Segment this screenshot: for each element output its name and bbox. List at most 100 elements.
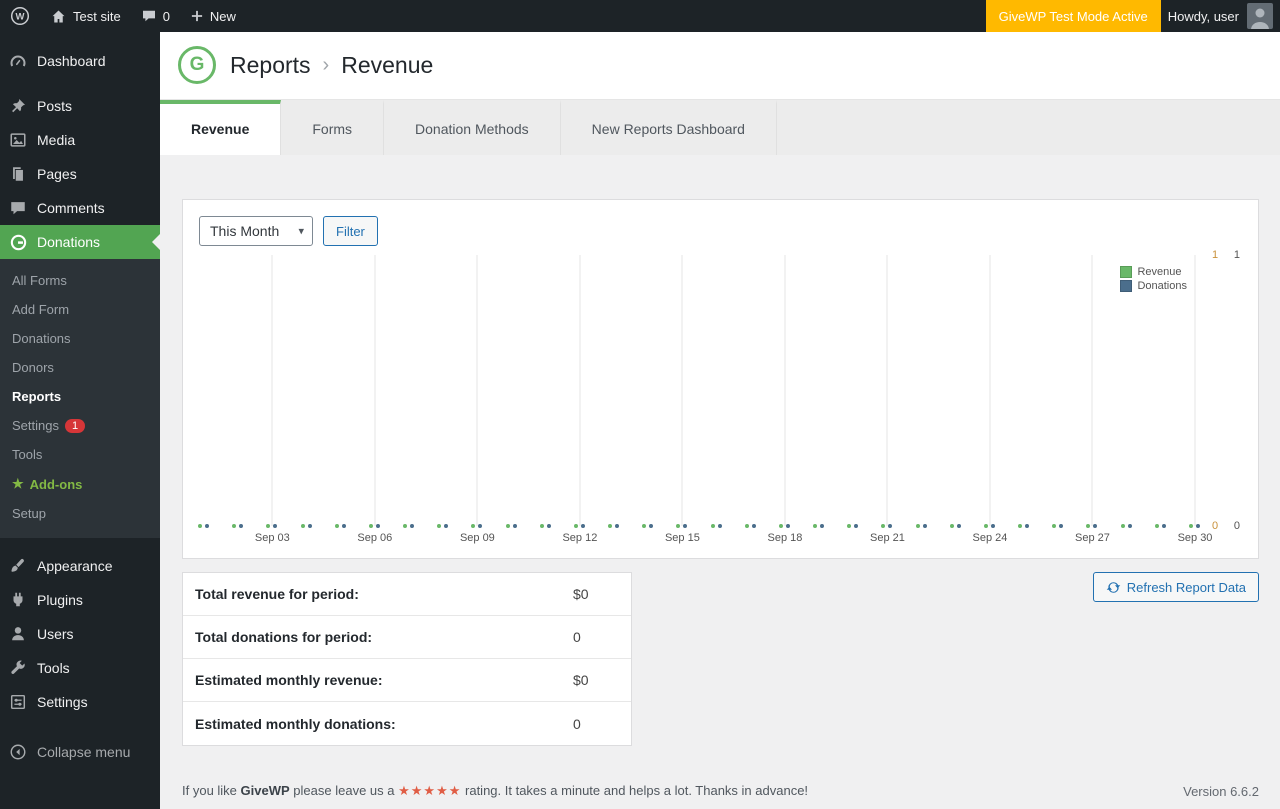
breadcrumb: Reports › Revenue xyxy=(230,52,433,79)
page-footer: If you like GiveWP please leave us a ★★★… xyxy=(182,783,1259,809)
sidebar-item-plugins[interactable]: Plugins xyxy=(0,583,160,617)
menu-separator xyxy=(0,538,160,549)
collapse-menu-button[interactable]: Collapse menu xyxy=(0,735,160,769)
test-mode-badge-label: GiveWP Test Mode Active xyxy=(998,8,1148,24)
revenue-chart: Revenue Donations 1 1 0 0 Sep 03 Sep 06 … xyxy=(198,249,1244,544)
wordpress-menu-button[interactable]: W xyxy=(0,0,40,32)
wrench-icon xyxy=(8,658,28,678)
donations-submenu: All Forms Add Form Donations Donors Repo… xyxy=(0,259,160,538)
tab-revenue[interactable]: Revenue xyxy=(160,99,282,155)
page-header: G Reports › Revenue xyxy=(160,32,1280,100)
donations-axis-tick: 0 xyxy=(1233,520,1240,532)
sidebar-item-settings[interactable]: Settings xyxy=(0,685,160,719)
revenue-data-point xyxy=(198,524,202,528)
submenu-item-settings[interactable]: Settings 1 xyxy=(0,411,160,440)
collapse-arrow-icon xyxy=(8,742,28,762)
summary-row-label: Total revenue for period: xyxy=(195,586,359,602)
tab-donation-methods[interactable]: Donation Methods xyxy=(384,99,561,155)
five-stars-rating-link[interactable]: ★★★★★ xyxy=(398,783,461,798)
table-row: Estimated monthly donations: 0 xyxy=(183,702,631,745)
plus-icon xyxy=(190,9,204,23)
dashboard-icon xyxy=(8,51,28,71)
period-select[interactable]: This Month xyxy=(199,216,313,246)
revenue-chart-card: This Month ▾ Filter Revenue Donations 1 … xyxy=(182,199,1259,559)
pages-icon xyxy=(8,164,28,184)
chart-gridline xyxy=(579,255,581,526)
submenu-label: Tools xyxy=(12,447,43,462)
refresh-button-label: Refresh Report Data xyxy=(1126,579,1246,595)
revenue-axis-tick: 0 xyxy=(1212,520,1219,532)
sidebar-item-posts[interactable]: Posts xyxy=(0,89,160,123)
x-axis-tick-label: Sep 30 xyxy=(1177,532,1213,544)
givewp-icon xyxy=(8,232,28,252)
y-axis-labels: 1 1 0 0 xyxy=(1206,249,1244,532)
summary-row-label: Estimated monthly donations: xyxy=(195,715,396,732)
user-icon xyxy=(8,624,28,644)
sidebar-item-appearance[interactable]: Appearance xyxy=(0,549,160,583)
chart-gridline xyxy=(886,255,888,526)
legend-row-donations: Donations xyxy=(1120,280,1187,292)
givewp-logo-icon: G xyxy=(178,46,216,85)
new-label: New xyxy=(209,8,236,24)
x-axis-tick-label: Sep 03 xyxy=(254,532,290,544)
refresh-report-data-button[interactable]: Refresh Report Data xyxy=(1092,572,1259,602)
submenu-item-setup[interactable]: Setup xyxy=(0,499,160,528)
menu-separator xyxy=(0,78,160,89)
table-row: Total donations for period: 0 xyxy=(183,616,631,659)
svg-text:W: W xyxy=(16,12,25,23)
submenu-item-donors[interactable]: Donors xyxy=(0,353,160,382)
sidebar-item-label: Appearance xyxy=(37,558,113,574)
summary-table: Total revenue for period: $0 Total donat… xyxy=(182,572,632,746)
sidebar-item-media[interactable]: Media xyxy=(0,123,160,157)
page-frame: Dashboard Posts Media Pages Comments Don… xyxy=(0,0,1280,809)
sidebar-item-tools[interactable]: Tools xyxy=(0,651,160,685)
x-axis-tick-label: Sep 24 xyxy=(972,532,1008,544)
sidebar-item-donations[interactable]: Donations xyxy=(0,225,160,259)
tab-new-reports-dashboard[interactable]: New Reports Dashboard xyxy=(561,99,777,155)
submenu-item-donations[interactable]: Donations xyxy=(0,324,160,353)
chart-gridline xyxy=(784,255,786,526)
sidebar-item-pages[interactable]: Pages xyxy=(0,157,160,191)
star-icon: ★ xyxy=(12,476,24,491)
donations-legend-swatch xyxy=(1120,280,1133,292)
chart-gridline xyxy=(989,255,991,526)
sidebar-item-users[interactable]: Users xyxy=(0,617,160,651)
sidebar-item-label: Posts xyxy=(37,98,73,114)
submenu-item-add-form[interactable]: Add Form xyxy=(0,295,160,324)
comments-shortcut[interactable]: 0 xyxy=(131,0,180,32)
revenue-axis-tick: 1 xyxy=(1212,249,1219,261)
givewp-test-mode-badge[interactable]: GiveWP Test Mode Active xyxy=(985,0,1161,32)
sidebar-item-label: Users xyxy=(37,626,74,642)
refresh-icon xyxy=(1106,580,1121,595)
donations-axis-tick: 1 xyxy=(1233,249,1240,261)
submenu-item-all-forms[interactable]: All Forms xyxy=(0,266,160,295)
admin-sidebar: Dashboard Posts Media Pages Comments Don… xyxy=(0,32,160,809)
x-axis-tick-label: Sep 06 xyxy=(357,532,393,544)
breadcrumb-separator: › xyxy=(322,53,330,76)
x-axis-tick-label: Sep 27 xyxy=(1075,532,1110,544)
table-row: Estimated monthly revenue: $0 xyxy=(183,659,631,702)
sidebar-item-label: Plugins xyxy=(37,592,83,608)
tab-forms[interactable]: Forms xyxy=(281,99,385,155)
account-menu[interactable]: Howdy, user xyxy=(1161,0,1280,32)
chart-legend: Revenue Donations xyxy=(1115,261,1192,297)
submenu-label: Donors xyxy=(12,360,54,375)
submenu-item-reports[interactable]: Reports xyxy=(0,382,160,411)
summary-row-label: Estimated monthly revenue: xyxy=(195,672,383,688)
chart-gridline xyxy=(476,255,478,526)
reports-tab-bar: Revenue Forms Donation Methods New Repor… xyxy=(160,99,1280,155)
summary-section: Total revenue for period: $0 Total donat… xyxy=(182,572,1259,746)
submenu-item-tools[interactable]: Tools xyxy=(0,440,160,469)
wordpress-logo-icon: W xyxy=(10,6,30,26)
sidebar-item-dashboard[interactable]: Dashboard xyxy=(0,44,160,78)
new-content-button[interactable]: New xyxy=(180,0,246,32)
settings-notification-badge: 1 xyxy=(64,418,86,433)
submenu-item-add-ons[interactable]: ★ Add-ons xyxy=(0,469,160,499)
site-name-link[interactable]: Test site xyxy=(40,0,131,32)
filter-button[interactable]: Filter xyxy=(323,216,378,246)
footer-brand: GiveWP xyxy=(240,783,290,798)
sidebar-item-comments[interactable]: Comments xyxy=(0,191,160,225)
footer-middle: please leave us a xyxy=(293,783,395,798)
submenu-label: Add-ons xyxy=(29,476,83,492)
breadcrumb-root[interactable]: Reports xyxy=(230,52,311,79)
